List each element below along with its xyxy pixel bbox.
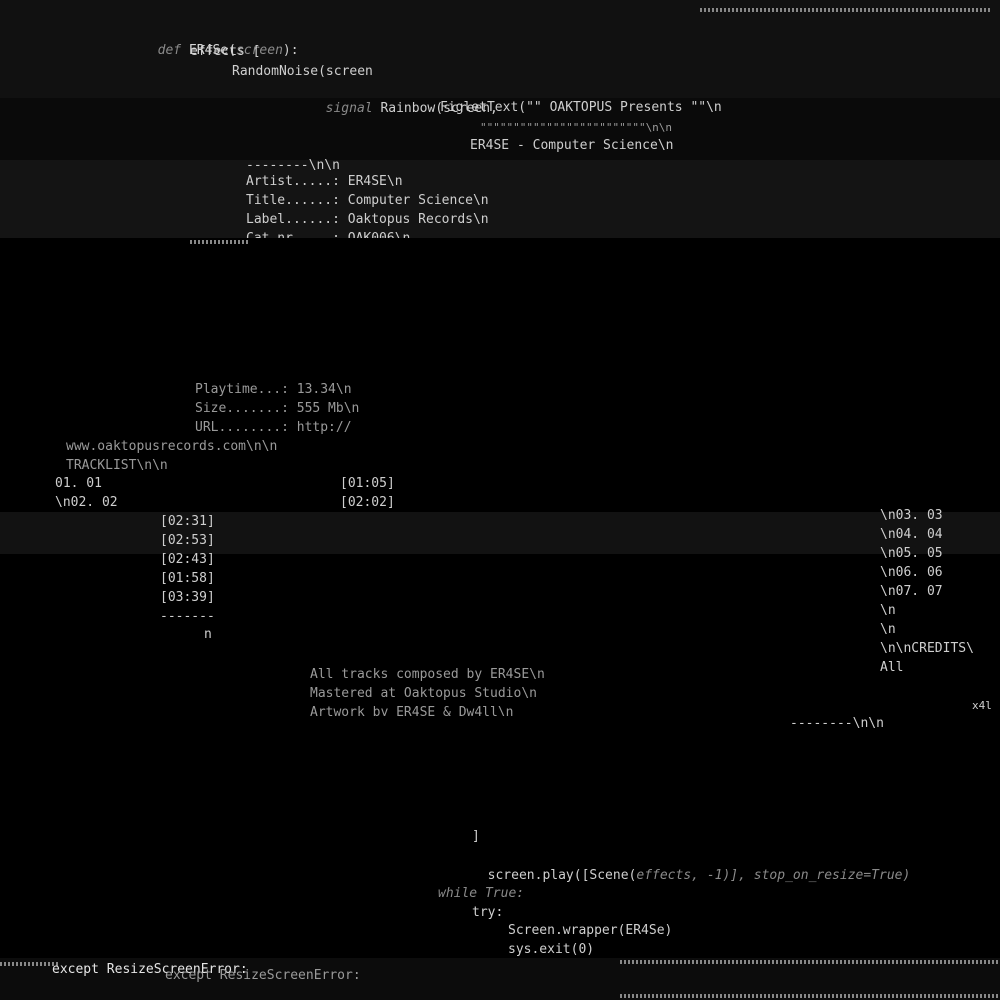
mastered-line: Mastered at Oaktopus Studio\n (310, 686, 537, 701)
duration-rule: ------- (160, 609, 215, 624)
exit-line: sys.exit(0) (508, 942, 595, 957)
size-line: Size.......: 555 Mb\n (195, 401, 360, 416)
track-02: \n02. 02 (55, 495, 118, 510)
duration-03: [02:31] (160, 514, 215, 529)
artist-line: Artist.....: ER4SE\n (246, 174, 403, 189)
try-line: try: (472, 905, 504, 920)
track-04: \n04. 04 (880, 527, 943, 542)
stop-on-resize-arg: stop_on_resize=True) (753, 868, 911, 883)
label-line: Label......: Oaktopus Records\n (246, 212, 489, 227)
erase-cs-line: ER4SE - Computer Science\n (470, 138, 674, 153)
glitch-dots-footer (620, 994, 1000, 998)
figlet-line: FigletText("" OAKTOPUS Presents ""\n (440, 100, 722, 115)
screen-play-line: screen.play([Scene(effects, -1)], stop_o… (472, 847, 911, 885)
glitch-dots-info (190, 240, 250, 244)
def-keyword: def (157, 43, 182, 58)
x4-fragment: x4l (972, 699, 992, 712)
mid-grey-band (0, 512, 1000, 554)
playtime-line: Playtime...: 13.34\n (195, 382, 352, 397)
wrapper-line: Screen.wrapper(ER4Se) (508, 923, 673, 938)
all-fragment: All (880, 660, 904, 675)
title-line: Title......: Computer Science\n (246, 193, 489, 208)
duration-02: [02:02] (340, 495, 395, 510)
screen-play-args: effects, -1)], (636, 868, 754, 883)
newline-1: \n (880, 603, 896, 618)
while-line: while True: (438, 886, 525, 901)
screen-play-call: screen.play([Scene( (487, 868, 637, 883)
track-05: \n05. 05 (880, 546, 943, 561)
newline-2: \n (880, 622, 896, 637)
track-03: \n03. 03 (880, 508, 943, 523)
composed-line: All tracks composed by ER4SE\n (310, 667, 545, 682)
effects-line: effects [ (190, 44, 261, 59)
def-tail: ): (282, 43, 299, 58)
duration-04: [02:53] (160, 533, 215, 548)
credits-rule: --------\n\n (790, 716, 884, 731)
duration-05: [02:43] (160, 552, 215, 567)
bracket-close: ] (472, 829, 480, 844)
track-06: \n06. 06 (880, 565, 943, 580)
url-line: URL........: http:// (195, 420, 352, 435)
random-noise-line: RandomNoise(screen (232, 64, 373, 79)
track-01: 01. 01 (55, 476, 102, 491)
track-07: \n07. 07 (880, 584, 943, 599)
site-line: www.oaktopusrecords.com\n\n (66, 439, 278, 454)
duration-01: [01:05] (340, 476, 395, 491)
signal-keyword: signal (325, 101, 373, 116)
newline-fragment: n (204, 627, 212, 642)
stars-line: """""""""""""""""""""""""\n\n (480, 121, 673, 134)
tracklist-header: TRACKLIST\n\n (66, 458, 168, 473)
duration-07: [03:39] (160, 590, 215, 605)
duration-06: [01:58] (160, 571, 215, 586)
artwork-line: Artwork by ER4SE & Dw4ll\n (310, 705, 514, 716)
info-band (0, 160, 1000, 238)
glitch-dots-top (700, 8, 990, 12)
glitch-dots-bottom-right (620, 960, 1000, 964)
catnr-line: Cat.nr.....: OAK006\n (246, 229, 410, 238)
glitch-dots-bottom (0, 962, 60, 966)
credits-header: \n\nCREDITS\ (880, 641, 974, 656)
except-line-2: except ResizeScreenError: (165, 968, 361, 983)
